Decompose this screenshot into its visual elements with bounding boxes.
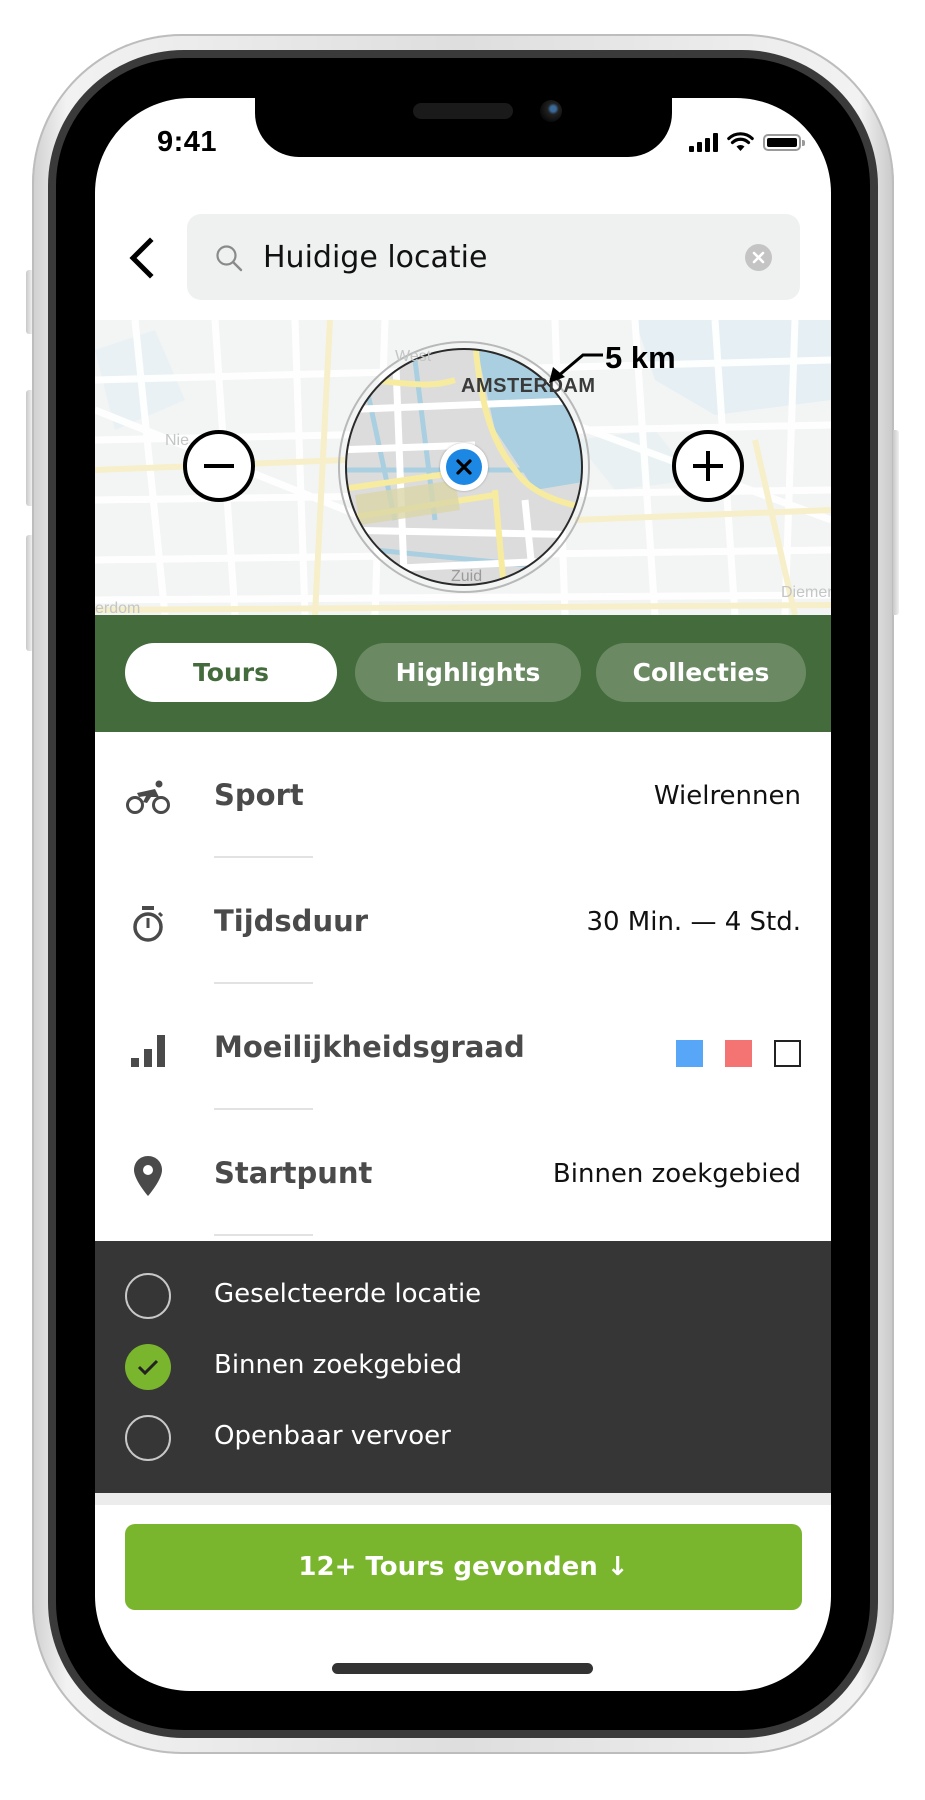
front-camera	[540, 100, 562, 122]
filter-label: Tijdsduur	[214, 904, 369, 938]
divider	[214, 1234, 313, 1236]
cellular-signal-icon	[689, 132, 718, 152]
map-label-newwest: Nie	[165, 432, 190, 449]
category-tabs: Tours Highlights Collecties	[95, 615, 831, 732]
power-button	[893, 430, 899, 615]
option-selected-location[interactable]: Geselcteerde locatie	[95, 1265, 831, 1329]
silent-switch	[26, 270, 32, 334]
zoom-out-button[interactable]	[183, 430, 255, 502]
home-indicator[interactable]	[332, 1663, 593, 1674]
option-public-transport[interactable]: Openbaar vervoer	[95, 1407, 831, 1471]
clear-circle-icon	[752, 251, 765, 264]
radio-unchecked[interactable]	[125, 1273, 171, 1319]
search-box[interactable]	[187, 214, 800, 300]
status-time: 9:41	[157, 126, 218, 158]
option-label: Openbaar vervoer	[214, 1421, 451, 1451]
filter-sport[interactable]: Sport Wielrennen	[95, 732, 831, 858]
stopwatch-icon	[125, 904, 171, 944]
filter-label: Moeilijkheidsgraad	[214, 1030, 525, 1064]
show-results-button[interactable]: 12+ Tours gevonden ↓	[125, 1524, 802, 1610]
filter-duration[interactable]: Tijdsduur 30 Min. — 4 Std.	[95, 858, 831, 984]
tab-highlights[interactable]: Highlights	[355, 643, 581, 702]
road-bike-icon	[125, 778, 171, 818]
difficulty-difficult-swatch[interactable]	[774, 1040, 801, 1067]
difficulty-moderate-swatch[interactable]	[725, 1040, 752, 1067]
radius-arrow-icon	[549, 353, 603, 383]
minus-icon	[204, 464, 234, 468]
tab-collecties[interactable]: Collecties	[596, 643, 806, 702]
wifi-icon	[727, 132, 754, 151]
radio-checked[interactable]	[125, 1344, 171, 1390]
volume-down-button	[26, 535, 32, 651]
option-label: Geselcteerde locatie	[214, 1279, 482, 1309]
location-pin-x-icon	[456, 459, 472, 475]
map[interactable]: West AMSTERDAM Nie Zuid Diemen erdom 5 k…	[95, 320, 831, 615]
checkmark-icon	[137, 1359, 159, 1376]
filter-label: Startpunt	[214, 1156, 373, 1190]
search-icon	[216, 245, 243, 272]
clear-search-button[interactable]	[745, 244, 772, 271]
tab-tours[interactable]: Tours	[125, 643, 337, 702]
back-button[interactable]	[123, 234, 159, 282]
cta-divider	[95, 1493, 831, 1505]
chevron-left-icon	[129, 237, 154, 279]
filter-difficulty[interactable]: Moeilijkheidsgraad	[95, 984, 831, 1110]
screen: 9:41 Huidige locatie West AMSTERDAM Nie …	[95, 98, 831, 1691]
volume-up-button	[26, 390, 32, 506]
map-label-zuid: Zuid	[451, 568, 483, 585]
radio-unchecked[interactable]	[125, 1415, 171, 1461]
map-pin-icon	[125, 1156, 171, 1196]
map-label-sw: erdom	[95, 600, 141, 615]
filter-value: Wielrennen	[653, 781, 801, 811]
option-label: Binnen zoekgebied	[214, 1350, 463, 1380]
filter-label: Sport	[214, 778, 304, 812]
difficulty-easy-swatch[interactable]	[676, 1040, 703, 1067]
map-label-diemen: Diemen	[781, 584, 831, 601]
zoom-in-button[interactable]	[672, 430, 744, 502]
map-label-west: West	[395, 348, 432, 365]
startpoint-options: Geselcteerde locatie Binnen zoekgebied O…	[95, 1241, 831, 1493]
earpiece-speaker	[413, 103, 513, 119]
search-input[interactable]	[263, 214, 703, 300]
difficulty-swatches	[676, 1040, 801, 1067]
option-within-search-area[interactable]: Binnen zoekgebied	[95, 1336, 831, 1400]
filter-value: 30 Min. — 4 Std.	[586, 907, 801, 937]
center-location-pin[interactable]	[440, 443, 488, 491]
filter-startpoint[interactable]: Startpunt Binnen zoekgebied	[95, 1110, 831, 1236]
status-icons	[689, 132, 805, 152]
radius-label: 5 km	[605, 340, 676, 375]
filter-value: Binnen zoekgebied	[552, 1159, 801, 1189]
difficulty-bars-icon	[125, 1030, 171, 1070]
plus-icon	[693, 451, 723, 481]
battery-icon	[763, 133, 805, 151]
